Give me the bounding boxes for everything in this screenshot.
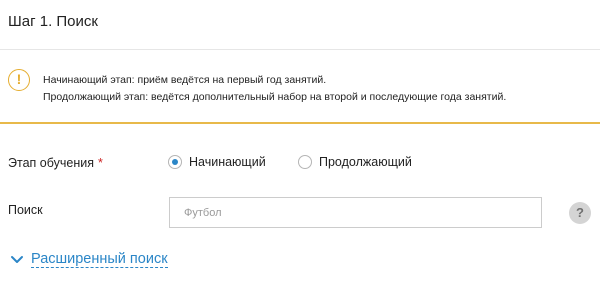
search-input[interactable] bbox=[169, 197, 542, 228]
radio-label-continuing: Продолжающий bbox=[319, 155, 412, 169]
notice-line-continuing: Продолжающий этап: ведётся дополнительны… bbox=[43, 91, 507, 103]
notice-text: Начинающий этап: приём ведётся на первый… bbox=[43, 72, 506, 106]
radio-button-unchecked[interactable] bbox=[298, 155, 312, 169]
chevron-down-icon bbox=[11, 255, 23, 263]
radio-option-continuing[interactable]: Продолжающий bbox=[298, 155, 412, 169]
page-title: Шаг 1. Поиск bbox=[8, 13, 98, 30]
radio-label-beginner: Начинающий bbox=[189, 155, 266, 169]
search-label: Поиск bbox=[8, 203, 43, 217]
notice-line-beginner: Начинающий этап: приём ведётся на первый… bbox=[43, 74, 327, 86]
search-step-panel: Шаг 1. Поиск ! Начинающий этап: приём ве… bbox=[0, 0, 600, 282]
stage-label: Этап обучения * bbox=[8, 156, 103, 170]
stage-label-text: Этап обучения bbox=[8, 156, 94, 170]
advanced-search-link[interactable]: Расширенный поиск bbox=[31, 251, 168, 268]
required-mark: * bbox=[97, 156, 103, 170]
advanced-search-toggle[interactable]: Расширенный поиск bbox=[10, 251, 168, 268]
info-notice: ! Начинающий этап: приём ведётся на перв… bbox=[0, 50, 600, 124]
radio-option-beginner[interactable]: Начинающий bbox=[168, 155, 266, 169]
exclamation-icon: ! bbox=[8, 69, 30, 91]
radio-button-checked[interactable] bbox=[168, 155, 182, 169]
help-icon[interactable]: ? bbox=[569, 202, 591, 224]
